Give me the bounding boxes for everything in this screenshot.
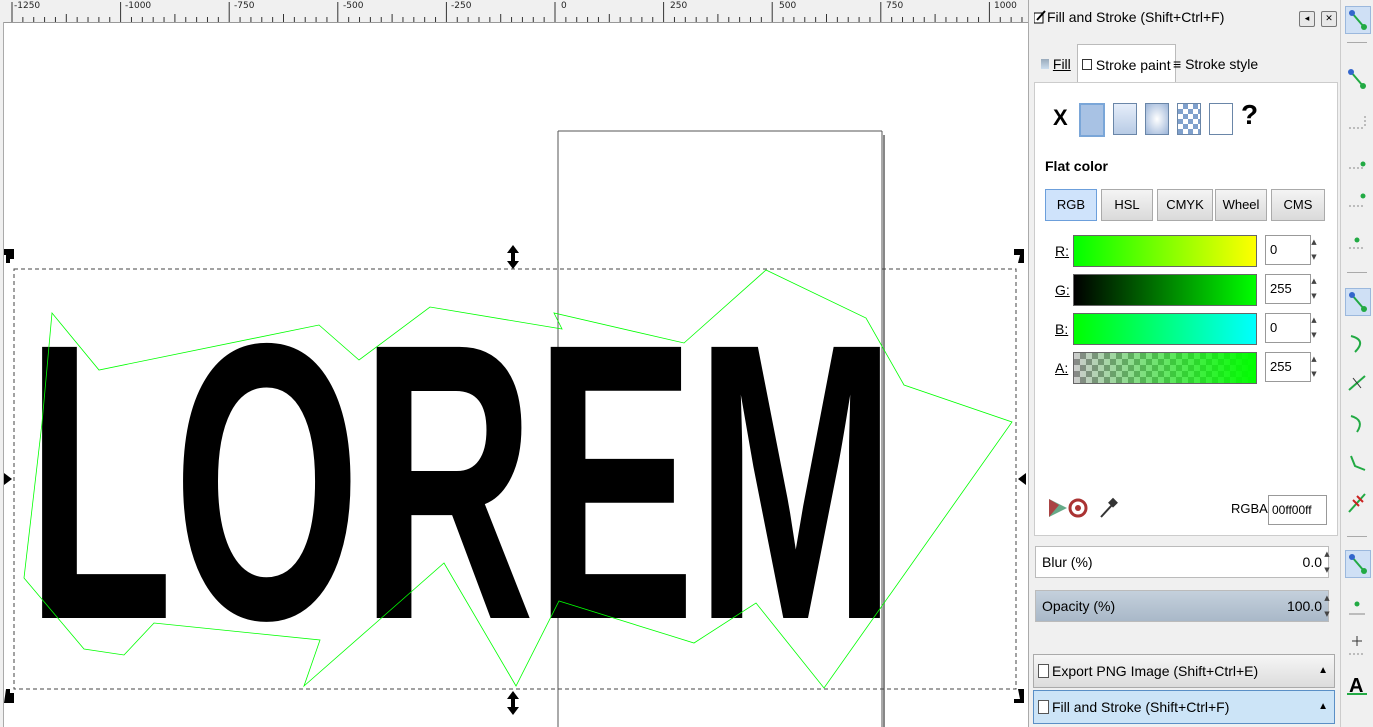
snap-line-midpoint-icon[interactable]: [1345, 490, 1369, 516]
snap-controls-bar: A: [1340, 0, 1373, 727]
snap-object-center-icon[interactable]: [1345, 592, 1369, 618]
channel-a-spinner[interactable]: ▲ ▼: [1309, 352, 1319, 382]
snap-path-icon[interactable]: [1345, 330, 1369, 356]
snap-bbox-icon[interactable]: [1345, 66, 1369, 92]
tab-fill-label: Fill: [1052, 56, 1071, 72]
dialog-title: Fill and Stroke (Shift+Ctrl+F): [1047, 9, 1225, 25]
snap-text-baseline-icon[interactable]: A: [1345, 672, 1369, 698]
ruler-label: -1000: [125, 1, 152, 11]
tab-stroke-paint-label: Stroke paint: [1095, 57, 1171, 73]
tab-cms[interactable]: CMS: [1271, 189, 1325, 221]
snap-path-intersection-icon[interactable]: [1345, 370, 1369, 396]
tab-rgb[interactable]: RGB: [1045, 189, 1097, 221]
ruler-label: 750: [886, 1, 904, 11]
opacity-value: 100.0: [1286, 598, 1322, 614]
ruler-label: -1250: [14, 1, 41, 11]
channel-r-label: R:: [1055, 243, 1069, 259]
channel-b-slider[interactable]: [1073, 313, 1257, 345]
color-managed-icon[interactable]: [1047, 497, 1069, 519]
close-icon[interactable]: ✕: [1321, 11, 1337, 27]
fill-stroke-tab-icon: [1038, 700, 1049, 714]
snap-cusp-nodes-icon[interactable]: [1345, 410, 1369, 436]
paint-mode-label: Flat color: [1045, 158, 1109, 174]
dialog-dock: Fill and Stroke (Shift+Ctrl+F) ◂ ✕ Fill …: [1028, 0, 1341, 727]
blur-value: 0.0: [1302, 554, 1322, 570]
color-picker-icon[interactable]: [1097, 497, 1119, 519]
flat-color-button[interactable]: [1079, 103, 1105, 137]
stroke-paint-tab-icon: [1082, 59, 1092, 70]
tab-hsl[interactable]: HSL: [1101, 189, 1153, 221]
channel-a-label: A:: [1055, 360, 1069, 376]
channel-g-spinner[interactable]: ▲ ▼: [1309, 274, 1319, 304]
rgba-label: RGBA:: [1231, 501, 1272, 516]
tab-fill[interactable]: Fill: [1037, 44, 1075, 80]
ruler-label: 250: [670, 1, 688, 11]
horizontal-ruler[interactable]: -1250 -1000 -750 -500 -250 0 250 500 750…: [0, 0, 1028, 23]
pattern-button[interactable]: [1177, 103, 1201, 135]
opacity-slider[interactable]: Opacity (%) 100.0: [1035, 590, 1329, 622]
ruler-label: 1000: [994, 1, 1017, 11]
snap-others-icon[interactable]: [1345, 550, 1371, 578]
tab-stroke-paint[interactable]: Stroke paint: [1077, 44, 1176, 83]
dock-tab-fill-stroke-label: Fill and Stroke (Shift+Ctrl+F): [1052, 699, 1230, 715]
swatch-button[interactable]: [1209, 103, 1233, 135]
opacity-spinner[interactable]: ▲ ▼: [1323, 590, 1331, 622]
no-paint-button[interactable]: X: [1053, 105, 1068, 131]
blur-slider[interactable]: Blur (%) 0.0: [1035, 546, 1329, 578]
rgba-input[interactable]: 00ff00ff: [1268, 495, 1327, 525]
ruler-label: -500: [343, 1, 364, 11]
stroke-paint-panel: X ? Flat color RGB HSL CMYK Wheel CMS R:…: [1034, 82, 1338, 536]
blur-spinner[interactable]: ▲ ▼: [1323, 546, 1331, 578]
dock-tab-export-png[interactable]: Export PNG Image (Shift+Ctrl+E) ▲: [1033, 654, 1335, 688]
channel-g-label: G:: [1055, 282, 1070, 298]
lorem-text[interactable]: LOREM: [26, 262, 896, 702]
snap-rotation-center-icon[interactable]: [1345, 632, 1369, 658]
snap-enable-icon[interactable]: [1345, 6, 1371, 34]
drawing-canvas[interactable]: LOREM: [4, 23, 1028, 727]
tab-stroke-style[interactable]: ≡ Stroke style: [1169, 44, 1262, 80]
channel-b-input[interactable]: 0: [1265, 313, 1311, 343]
snap-bbox-midpoint-icon[interactable]: [1345, 188, 1369, 214]
linear-gradient-button[interactable]: [1113, 103, 1137, 135]
snap-bbox-corner-icon[interactable]: [1345, 150, 1369, 176]
snap-bbox-center-icon[interactable]: [1345, 228, 1369, 254]
ruler-label: 0: [561, 1, 567, 11]
iconify-icon[interactable]: ◂: [1299, 11, 1315, 27]
snap-smooth-nodes-icon[interactable]: [1345, 450, 1369, 476]
expand-icon: ▲: [1318, 701, 1328, 712]
snap-nodes-icon[interactable]: [1345, 288, 1371, 316]
tab-stroke-style-label: Stroke style: [1185, 56, 1259, 72]
channel-b-spinner[interactable]: ▲ ▼: [1309, 313, 1319, 343]
tab-wheel[interactable]: Wheel: [1215, 189, 1267, 221]
dock-tab-fill-stroke[interactable]: Fill and Stroke (Shift+Ctrl+F) ▲: [1033, 690, 1335, 724]
channel-g-slider[interactable]: [1073, 274, 1257, 306]
channel-g-input[interactable]: 255: [1265, 274, 1311, 304]
fill-stroke-tabs: Fill Stroke paint ≡ Stroke style: [1035, 44, 1335, 83]
out-of-gamut-icon[interactable]: [1067, 497, 1089, 519]
expand-icon: ▲: [1318, 665, 1328, 676]
blur-label: Blur (%): [1042, 554, 1093, 570]
channel-r-input[interactable]: 0: [1265, 235, 1311, 265]
tab-cmyk[interactable]: CMYK: [1157, 189, 1213, 221]
ruler-label: 500: [779, 1, 797, 11]
fill-tab-icon: [1041, 59, 1049, 69]
radial-gradient-button[interactable]: [1145, 103, 1169, 135]
ruler-label: -250: [451, 1, 472, 11]
unset-paint-button[interactable]: ?: [1241, 99, 1258, 131]
stroke-style-tab-icon: ≡: [1173, 56, 1182, 72]
export-png-icon: [1038, 664, 1049, 678]
opacity-label: Opacity (%): [1042, 598, 1116, 614]
channel-r-slider[interactable]: [1073, 235, 1257, 267]
channel-b-label: B:: [1055, 321, 1069, 337]
ruler-label: -750: [234, 1, 255, 11]
fill-stroke-icon: [1034, 10, 1046, 24]
channel-a-input[interactable]: 255: [1265, 352, 1311, 382]
dialog-titlebar: Fill and Stroke (Shift+Ctrl+F) ◂ ✕: [1031, 2, 1339, 32]
channel-a-slider[interactable]: [1073, 352, 1257, 384]
snap-bbox-edge-icon[interactable]: [1345, 110, 1369, 136]
channel-r-spinner[interactable]: ▲ ▼: [1309, 235, 1319, 265]
dock-tab-export-label: Export PNG Image (Shift+Ctrl+E): [1052, 663, 1259, 679]
